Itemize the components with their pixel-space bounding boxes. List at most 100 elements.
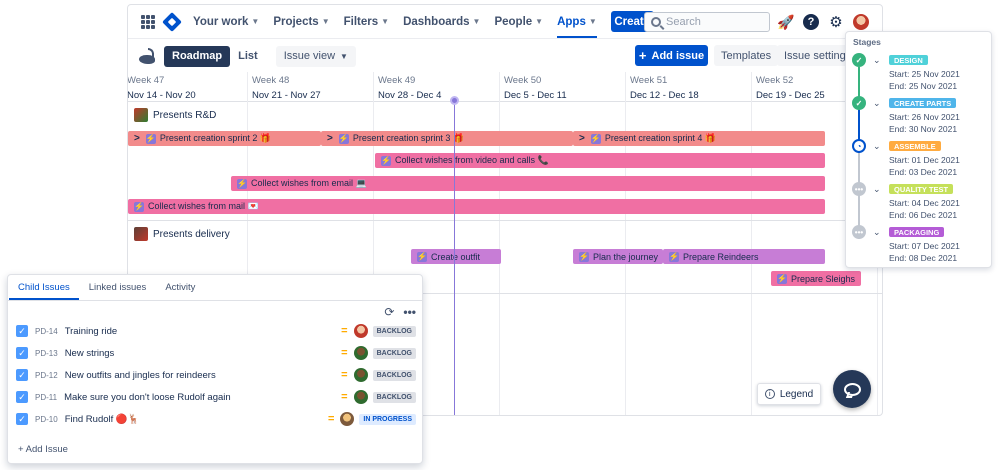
legend-button[interactable]: i Legend: [757, 383, 821, 405]
avatar[interactable]: [353, 368, 368, 382]
issue-key[interactable]: PD-14: [35, 327, 58, 336]
stage-packaging[interactable]: ••• ⌄ PACKAGING Start: 07 Dec 2021 End: …: [846, 204, 991, 263]
chat-icon: [843, 382, 861, 396]
chevron-down-icon[interactable]: ⌄: [873, 227, 881, 238]
issue-bar[interactable]: ⚡ Collect wishes from video and calls 📞: [375, 153, 825, 168]
nav-apps[interactable]: Apps ▼: [557, 5, 597, 39]
week-column-header: Week 49 Nov 28 - Dec 4: [378, 75, 442, 101]
settings-icon[interactable]: ⚙: [828, 14, 844, 31]
avatar[interactable]: [353, 346, 368, 360]
list-item[interactable]: ✓ PD-10 Find Rudolf 🔴🦌 = IN PROGRESS: [16, 409, 416, 429]
list-item[interactable]: ✓ PD-13 New strings = BACKLOG: [16, 343, 416, 363]
avatar[interactable]: [340, 412, 355, 426]
timeline-header: Week 47 Nov 14 - Nov 20 Week 48 Nov 21 - N…: [128, 72, 882, 102]
issue-key[interactable]: PD-11: [35, 393, 57, 402]
notification-icon[interactable]: 🚀: [777, 14, 794, 30]
status-badge[interactable]: BACKLOG: [372, 325, 416, 337]
status-badge[interactable]: BACKLOG: [372, 347, 416, 359]
roadmap-toolbar: Roadmap List Issue view ▼ + Add issue Temp…: [128, 40, 882, 72]
search-input[interactable]: Search: [644, 12, 770, 32]
epic-icon: ⚡: [590, 133, 601, 144]
tab-linked-issues[interactable]: Linked issues: [80, 282, 156, 300]
search-placeholder: Search: [666, 16, 701, 28]
avatar[interactable]: [353, 390, 368, 404]
swan-icon: [137, 46, 157, 66]
help-icon[interactable]: ?: [803, 14, 819, 30]
templates-button[interactable]: Templates: [714, 45, 779, 66]
group-label[interactable]: Presents R&D: [134, 108, 216, 122]
epic-icon: ⚡: [237, 178, 247, 189]
chevron-down-icon: ▼: [472, 17, 481, 26]
today-marker[interactable]: [450, 96, 459, 105]
issue-bar[interactable]: > ⚡ Present creation sprint 2 🎁: [128, 131, 321, 146]
group-label[interactable]: Presents delivery: [134, 227, 230, 241]
issue-summary[interactable]: Training ride: [65, 326, 341, 337]
chat-button[interactable]: [833, 370, 871, 408]
issue-bar[interactable]: > ⚡ Present creation sprint 3 🎁: [321, 131, 573, 146]
issue-key[interactable]: PD-12: [35, 371, 58, 380]
roadmap-tab[interactable]: Roadmap: [164, 45, 231, 67]
issue-bar[interactable]: ⚡ Create outfit: [411, 249, 501, 264]
more-icon[interactable]: •••: [403, 305, 416, 319]
week-column-header: Week 50 Dec 5 - Dec 11: [504, 75, 567, 101]
epic-icon: ⚡: [338, 133, 349, 144]
panel-tabs: Child Issues Linked issues Activity: [8, 275, 422, 301]
issue-view-dropdown[interactable]: Issue view ▼: [275, 45, 356, 67]
nav-your-work[interactable]: Your work ▼: [193, 5, 259, 39]
app-grid-icon[interactable]: [141, 14, 155, 29]
legend-label: Legend: [779, 388, 814, 400]
status-badge[interactable]: BACKLOG: [372, 391, 416, 403]
list-tab[interactable]: List: [230, 46, 266, 67]
stage-assemble[interactable]: ◔ ⌄ ASSEMBLE Start: 01 Dec 2021 End: 03 …: [846, 118, 991, 196]
view-switcher: Roadmap List: [164, 45, 266, 67]
issue-summary[interactable]: Find Rudolf 🔴🦌: [65, 414, 328, 425]
epic-icon: ⚡: [579, 251, 589, 262]
issue-summary[interactable]: Make sure you don't loose Rudolf again: [64, 392, 341, 403]
epic-icon: ⚡: [669, 251, 679, 262]
chevron-down-icon: ▼: [340, 51, 348, 61]
chevron-down-icon[interactable]: ⌄: [873, 184, 881, 195]
refresh-icon[interactable]: ⟳: [384, 305, 394, 319]
issue-key[interactable]: PD-10: [35, 415, 58, 424]
nav-filters[interactable]: Filters ▼: [344, 5, 389, 39]
user-avatar[interactable]: [853, 14, 869, 30]
list-item[interactable]: ✓ PD-12 New outfits and jingles for rein…: [16, 365, 416, 385]
stage-quality-test[interactable]: ••• ⌄ QUALITY TEST Start: 04 Dec 2021 En…: [846, 161, 991, 239]
list-item[interactable]: ✓ PD-14 Training ride = BACKLOG: [16, 321, 416, 341]
chevron-down-icon[interactable]: ⌄: [873, 141, 881, 152]
issue-bar[interactable]: ⚡ Collect wishes from email 💻: [231, 176, 825, 191]
issue-summary[interactable]: New outfits and jingles for reindeers: [65, 370, 341, 381]
chevron-down-icon: ▼: [535, 17, 544, 26]
chevron-down-icon[interactable]: ⌄: [873, 55, 881, 66]
stage-design[interactable]: ✓ ⌄ DESIGN Start: 25 Nov 2021 End: 25 No…: [846, 32, 991, 110]
tab-child-issues[interactable]: Child Issues: [9, 282, 79, 300]
issue-key[interactable]: PD-13: [35, 349, 58, 358]
nav-people[interactable]: People ▼: [494, 5, 543, 39]
issue-summary[interactable]: New strings: [65, 348, 341, 359]
tab-activity[interactable]: Activity: [156, 282, 204, 300]
epic-icon: ⚡: [417, 251, 427, 262]
status-badge[interactable]: BACKLOG: [372, 369, 416, 381]
issue-bar[interactable]: ⚡ Collect wishes from mail 💌: [128, 199, 825, 214]
week-column-header: Week 51 Dec 12 - Dec 18: [630, 75, 699, 101]
status-badge[interactable]: IN PROGRESS: [359, 413, 416, 425]
chevron-down-icon[interactable]: ⌄: [873, 98, 881, 109]
issue-bar[interactable]: ⚡ Plan the journey: [573, 249, 663, 264]
add-issue-link[interactable]: + Add Issue: [18, 444, 68, 455]
stage-end: End: 08 Dec 2021: [889, 253, 958, 263]
today-marker-line: [454, 99, 455, 415]
top-navigation: Your work ▼ Projects ▼ Filters ▼ Dashboards…: [128, 5, 882, 39]
issue-bar[interactable]: ⚡ Prepare Reindeers: [663, 249, 825, 264]
nav-projects[interactable]: Projects ▼: [273, 5, 329, 39]
jira-logo-icon[interactable]: [162, 11, 182, 32]
add-issue-button[interactable]: + Add issue: [635, 45, 708, 66]
avatar[interactable]: [353, 324, 368, 338]
issue-bar[interactable]: ⚡ Prepare Sleighs: [771, 271, 861, 286]
stage-create-parts[interactable]: ✓ ⌄ CREATE PARTS Start: 26 Nov 2021 End:…: [846, 75, 991, 153]
list-item[interactable]: ✓ PD-11 Make sure you don't loose Rudolf…: [16, 387, 416, 407]
issue-bar[interactable]: > ⚡ Present creation sprint 4 🎁: [573, 131, 825, 146]
stage-tag: CREATE PARTS: [889, 98, 957, 108]
nav-dashboards[interactable]: Dashboards ▼: [403, 5, 480, 39]
epic-icon: ⚡: [777, 273, 787, 284]
pending-icon: •••: [852, 225, 866, 239]
